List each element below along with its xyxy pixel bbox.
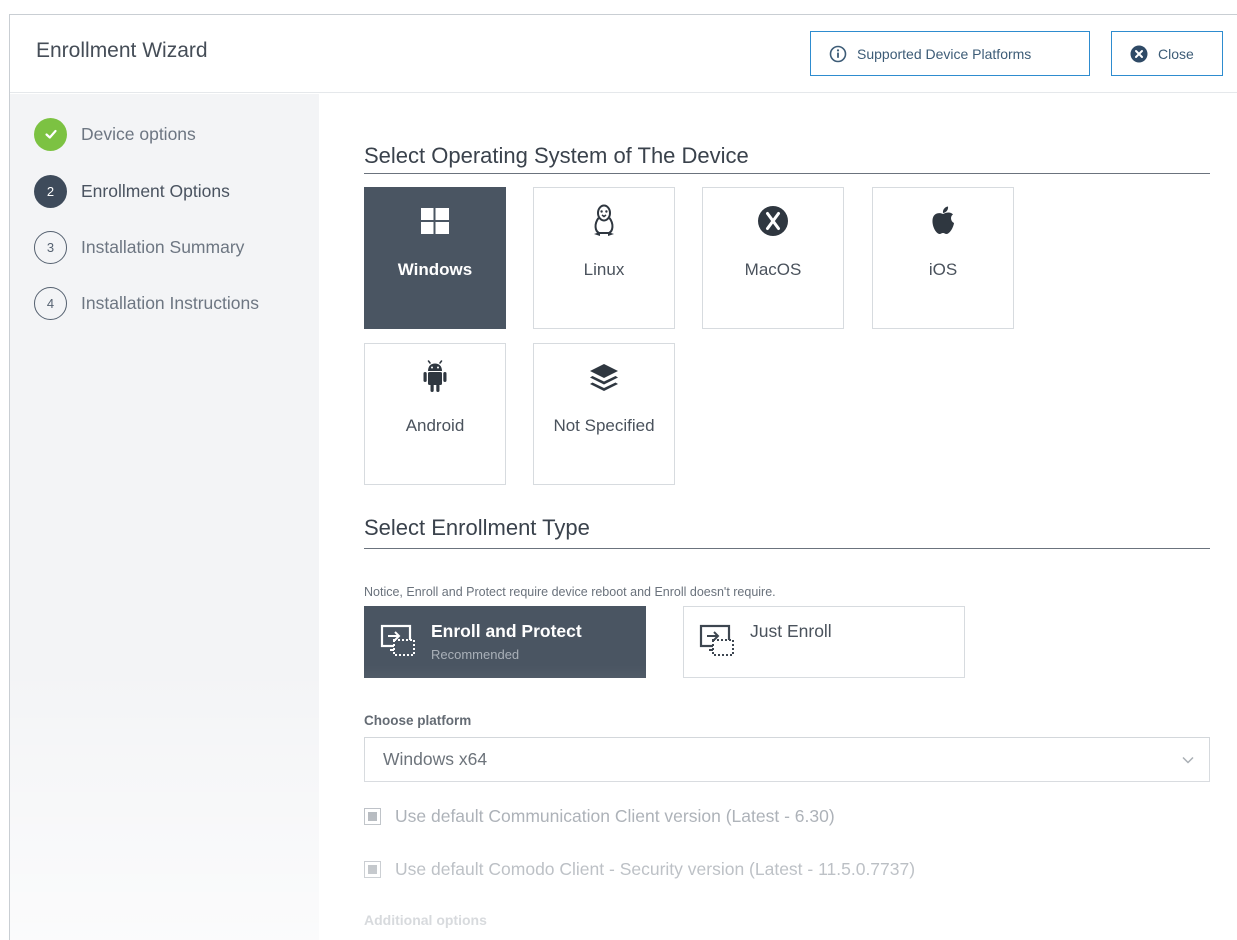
linux-icon [590,204,618,238]
os-label: Android [405,416,465,435]
step-label: Installation Summary [81,236,245,257]
step-installation-summary[interactable]: 3 Installation Summary [34,230,244,264]
check-icon [34,117,67,151]
step-label: Device options [81,123,196,144]
close-icon [1130,45,1148,63]
os-label: Windows [397,260,473,279]
divider [364,548,1210,549]
divider [364,173,1210,174]
checkbox-label: Use default Comodo Client - Security ver… [395,859,916,879]
default-security-client-checkbox[interactable]: Use default Comodo Client - Security ver… [364,859,915,880]
additional-options-label: Additional options [364,912,487,928]
android-icon [420,360,450,394]
enroll-section-title: Select Enrollment Type [364,515,590,540]
just-enroll-option[interactable]: Just Enroll [683,606,965,678]
step-number: 3 [34,230,67,264]
os-tile-android[interactable]: Android [364,343,506,485]
os-label: Not Specified [553,416,655,435]
enroll-option-label: Enroll and Protect [431,621,582,641]
enrollment-wizard-dialog: Enrollment Wizard Supported Device Platf… [9,14,1237,940]
os-tile-not-specified[interactable]: Not Specified [533,343,675,485]
windows-icon [420,204,450,238]
supported-platforms-button[interactable]: Supported Device Platforms [810,31,1090,76]
step-number: 2 [34,174,67,208]
dialog-header: Enrollment Wizard Supported Device Platf… [10,15,1237,93]
enroll-option-label: Just Enroll [750,621,832,641]
choose-platform-label: Choose platform [364,713,472,728]
os-tile-windows[interactable]: Windows [364,187,506,329]
checkbox-label: Use default Communication Client version… [395,806,835,826]
step-label: Installation Instructions [81,292,260,313]
os-tile-linux[interactable]: Linux [533,187,675,329]
enroll-option-sub: Recommended [431,647,520,662]
supported-platforms-label: Supported Device Platforms [857,45,1032,62]
apple-icon [929,204,957,238]
layers-icon [588,360,620,394]
os-section-title: Select Operating System of The Device [364,143,749,168]
os-label: MacOS [744,260,802,279]
os-label: iOS [928,260,958,279]
enroll-and-protect-option[interactable]: Enroll and Protect Recommended [364,606,646,678]
platform-value: Windows x64 [383,749,488,769]
wizard-content: Select Operating System of The Device Wi… [319,94,1237,940]
chevron-down-icon[interactable] [1167,738,1209,781]
platform-select[interactable]: Windows x64 [364,737,1210,782]
default-communication-client-checkbox[interactable]: Use default Communication Client version… [364,806,835,827]
step-label: Enrollment Options [81,180,230,201]
step-device-options[interactable]: Device options [34,117,196,151]
enroll-notice: Notice, Enroll and Protect require devic… [364,585,776,599]
wizard-steps-sidebar: Device options 2 Enrollment Options 3 In… [10,94,319,940]
os-label: Linux [583,260,625,279]
dialog-title: Enrollment Wizard [36,39,208,62]
os-tile-ios[interactable]: iOS [872,187,1014,329]
step-number: 4 [34,286,67,320]
close-button[interactable]: Close [1111,31,1223,76]
step-installation-instructions[interactable]: 4 Installation Instructions [34,286,259,320]
enroll-device-icon [380,624,415,656]
macos-x-icon [757,204,789,238]
checkbox[interactable] [364,861,381,878]
enroll-device-icon [699,624,734,656]
os-tile-macos[interactable]: MacOS [702,187,844,329]
checkbox[interactable] [364,808,381,825]
close-label: Close [1158,45,1194,62]
info-icon [829,45,847,63]
step-enrollment-options[interactable]: 2 Enrollment Options [34,174,230,208]
